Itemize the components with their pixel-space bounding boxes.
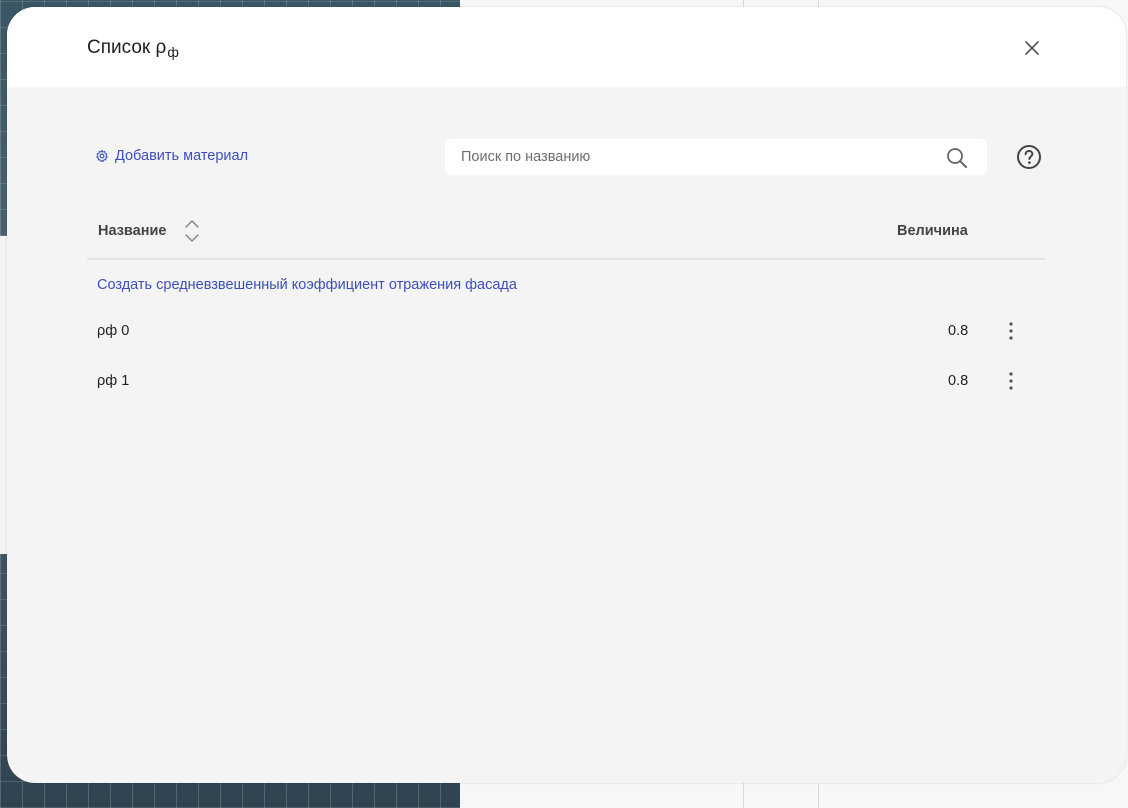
- help-button[interactable]: [1016, 144, 1042, 170]
- table-header: Название Величина: [87, 212, 1045, 260]
- column-header-value: Величина: [897, 223, 968, 239]
- dialog-title-text: Список ρ: [87, 37, 167, 58]
- row-name: ρф 0: [97, 323, 130, 339]
- add-material-label: Добавить материал: [115, 148, 249, 164]
- more-vertical-icon[interactable]: [999, 319, 1023, 343]
- materials-dialog: Список ρф Добавить материал Название: [7, 7, 1126, 783]
- more-vertical-icon[interactable]: [999, 369, 1023, 393]
- search-icon[interactable]: [945, 146, 969, 170]
- close-icon: [1025, 41, 1039, 55]
- column-header-name[interactable]: Название: [98, 223, 166, 239]
- help-icon: [1017, 145, 1041, 169]
- search-input[interactable]: [461, 139, 931, 175]
- dialog-header: Список ρф: [7, 7, 1126, 87]
- row-value: 0.8: [948, 373, 969, 389]
- create-weighted-coefficient-link[interactable]: Создать средневзвешенный коэффициент отр…: [97, 277, 517, 293]
- close-button[interactable]: [1021, 37, 1043, 59]
- row-value: 0.8: [948, 323, 969, 339]
- gear-icon: [96, 149, 108, 162]
- table-row[interactable]: ρф 0 0.8: [87, 313, 1045, 353]
- table-row[interactable]: ρф 1 0.8: [87, 363, 1045, 403]
- dialog-title: Список ρф: [87, 37, 179, 60]
- sort-icon[interactable]: [184, 218, 200, 244]
- add-material-button[interactable]: Добавить материал: [95, 148, 248, 164]
- dialog-title-subscript: ф: [167, 44, 179, 60]
- row-name: ρф 1: [97, 373, 130, 389]
- search-box: [445, 139, 987, 175]
